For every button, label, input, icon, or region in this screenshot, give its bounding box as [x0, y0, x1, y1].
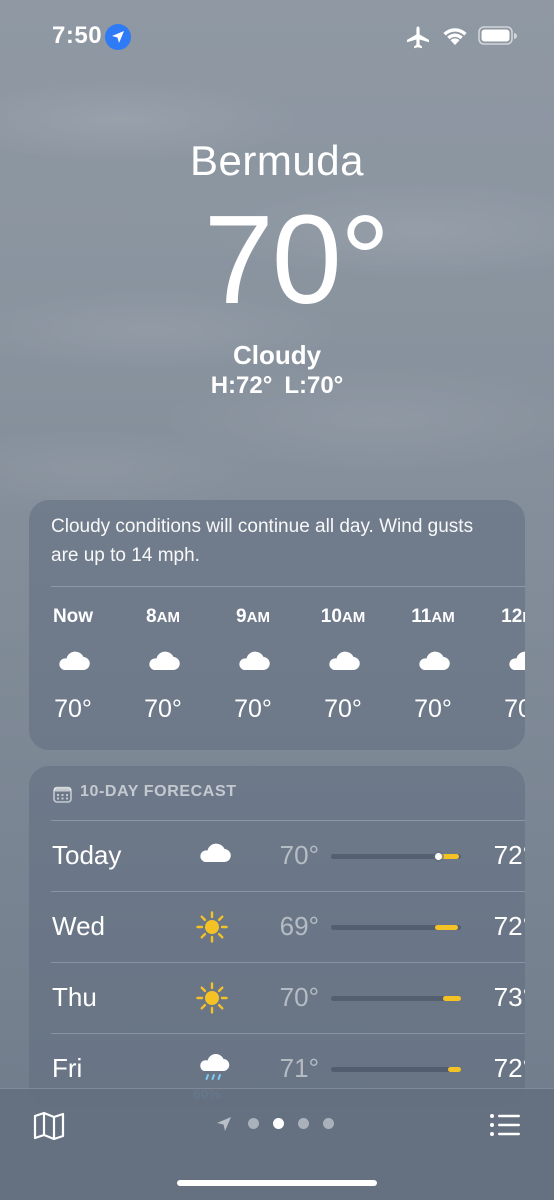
ten-day-forecast-card[interactable]: 10-DAY FORECAST Today 70° 72° Wed 69° 72… [29, 766, 525, 1106]
hour-label: 9AM [236, 606, 270, 627]
wifi-icon [443, 28, 467, 45]
temp-range-fill [448, 1067, 461, 1072]
row-divider [51, 820, 525, 821]
forecast-day: Thu [52, 982, 97, 1012]
page-dot [248, 1118, 259, 1129]
cloud-icon [196, 840, 232, 869]
map-icon[interactable] [32, 1109, 66, 1143]
current-temp-marker [435, 853, 442, 860]
forecast-high: 72° [493, 840, 525, 870]
high-temp: H:72° [210, 372, 273, 399]
cloud-icon [505, 648, 525, 677]
cloud-icon [325, 648, 361, 677]
forecast-low: 70° [279, 840, 319, 870]
hour-label: 11AM [411, 606, 455, 627]
forecast-low: 70° [279, 982, 319, 1012]
temp-range-fill [435, 925, 458, 930]
home-indicator [177, 1180, 377, 1186]
high-low-temps: H:72° L:70° [0, 371, 554, 401]
temp-range-bar [331, 1067, 461, 1072]
temp-range-fill [443, 996, 461, 1001]
cloud-icon [145, 648, 181, 677]
forecast-day: Fri [52, 1053, 83, 1083]
sun-icon [196, 911, 228, 948]
cloud-rain-icon [196, 1053, 232, 1090]
page-dot-active [273, 1118, 284, 1129]
forecast-high: 73° [493, 982, 525, 1012]
current-temperature: 70° [203, 189, 391, 330]
calendar-icon [53, 786, 72, 803]
forecast-high: 72° [493, 911, 525, 941]
cloud-icon [55, 648, 91, 677]
hour-temp: 70° [504, 695, 525, 723]
hourly-scroller[interactable]: Now 70° 8AM 70° 9AM 70° 10AM 70° 11AM 70… [29, 587, 525, 747]
forecast-low: 69° [279, 911, 319, 941]
hour-temp: 70° [324, 695, 362, 723]
forecast-day: Today [52, 840, 122, 870]
forecast-low: 71° [279, 1053, 319, 1083]
cloud-icon [235, 648, 271, 677]
hour-label: 10AM [320, 606, 366, 627]
forecast-row[interactable]: Thu 70° 73° [51, 962, 525, 1033]
page-dot [298, 1118, 309, 1129]
hour-label: Now [52, 606, 94, 627]
temp-range-bar [331, 925, 461, 930]
airplane-mode-icon [407, 26, 429, 49]
city-name: Bermuda [190, 137, 364, 184]
low-temp: L:70° [284, 372, 344, 399]
forecast-day: Wed [52, 911, 105, 941]
row-divider [51, 891, 525, 892]
location-arrow-icon [105, 24, 131, 50]
hourly-forecast-card[interactable]: Cloudy conditions will continue all day.… [29, 500, 525, 750]
row-divider [51, 962, 525, 963]
hour-label: 8AM [146, 606, 180, 627]
forecast-row[interactable]: Today 70° 72° [51, 820, 525, 891]
status-time: 7:50 [52, 22, 103, 49]
hour-temp: 70° [54, 695, 92, 723]
page-dot [323, 1118, 334, 1129]
forecast-summary: Cloudy conditions will continue all day.… [51, 516, 474, 566]
cloud-icon [415, 648, 451, 677]
hour-label: 12PM [501, 606, 525, 627]
temp-range-bar [331, 853, 461, 860]
row-divider [51, 1033, 525, 1034]
status-bar: 7:50 [0, 0, 554, 74]
forecast-title: 10-DAY FORECAST [80, 783, 237, 800]
forecast-row[interactable]: Wed 69° 72° [51, 891, 525, 962]
hour-temp: 70° [414, 695, 452, 723]
forecast-high: 72° [493, 1053, 525, 1083]
hour-temp: 70° [234, 695, 272, 723]
battery-icon [478, 26, 517, 45]
hour-temp: 70° [144, 695, 182, 723]
current-condition: Cloudy [232, 340, 322, 370]
temp-range-bar [331, 996, 461, 1001]
list-icon[interactable] [488, 1109, 522, 1143]
location-arrow-icon [217, 1117, 231, 1131]
sun-icon [196, 982, 228, 1019]
current-weather-header: Bermuda 70° Cloudy H:72° L:70° [0, 135, 554, 401]
